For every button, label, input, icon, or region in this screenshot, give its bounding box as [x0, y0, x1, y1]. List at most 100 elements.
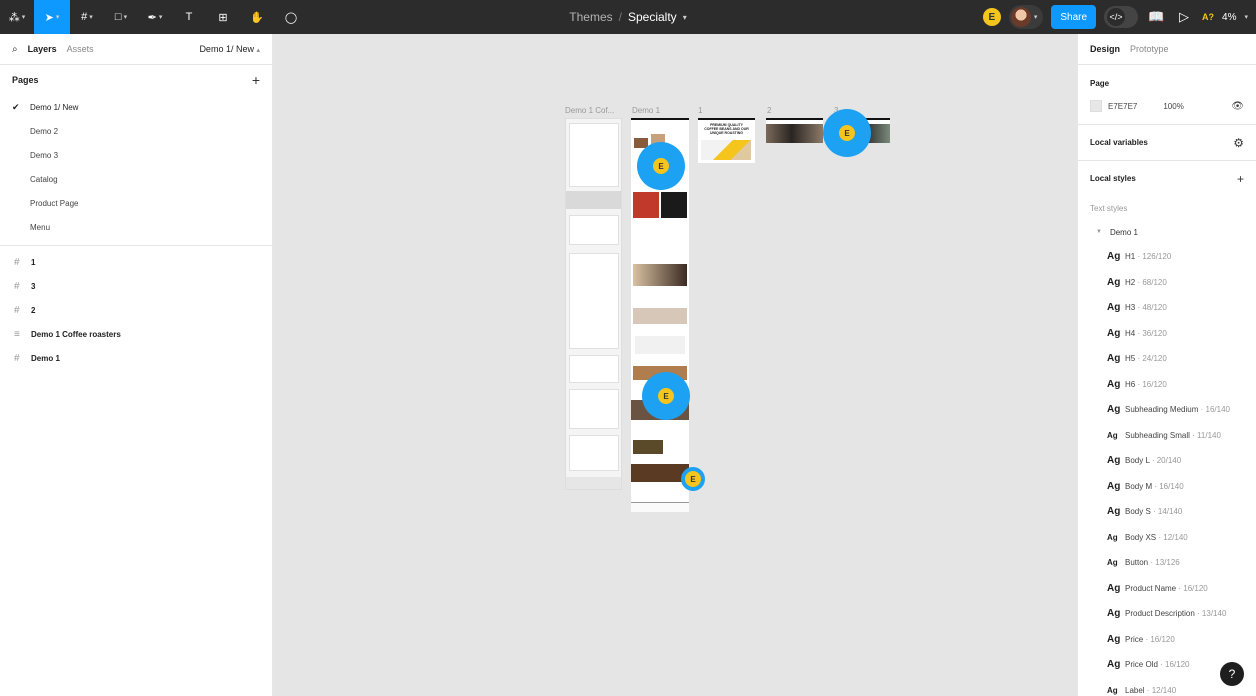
pen-tool-button[interactable]: ✒ ▾	[138, 0, 172, 34]
text-style-label: Body S · 14/140	[1125, 507, 1182, 516]
resources-button[interactable]: ⊞	[206, 0, 240, 34]
page-selector[interactable]: Demo 1/ New ▴	[199, 44, 260, 54]
add-page-button[interactable]: +	[252, 72, 260, 88]
frame-1[interactable]: PREMIUM QUALITY COFFEE BEANS AND OUR UNI…	[698, 118, 755, 163]
text-style-name: H2	[1125, 277, 1136, 287]
text-style-item[interactable]: Ag Body L · 20/140	[1078, 448, 1256, 474]
text-style-item[interactable]: Ag H1 · 126/120	[1078, 244, 1256, 270]
text-style-item[interactable]: Ag Subheading Medium · 16/140	[1078, 397, 1256, 423]
tab-design[interactable]: Design	[1090, 44, 1120, 54]
variables-settings-icon[interactable]: ⚙	[1233, 136, 1244, 150]
layer-item[interactable]: # Demo 1	[0, 346, 272, 370]
layer-item[interactable]: #2	[0, 298, 272, 322]
text-style-label: Button · 13/126	[1125, 558, 1180, 567]
shape-tool-button[interactable]: □ ▾	[104, 0, 138, 34]
text-style-meta: · 48/120	[1135, 303, 1167, 313]
text-style-name: H1	[1125, 252, 1136, 262]
wireframe-block	[569, 435, 619, 471]
top-toolbar: ⁂ ▾ ➤ ▾ # ▾ □ ▾ ✒ ▾ T ⊞ ✋ ◯ Themes / Specialt…	[0, 0, 1256, 34]
text-style-item[interactable]: Ag Price · 16/120	[1078, 627, 1256, 653]
text-style-meta: · 16/140	[1198, 405, 1230, 415]
text-style-item[interactable]: Ag H4 · 36/120	[1078, 321, 1256, 347]
local-variables-label: Local variables	[1090, 138, 1148, 147]
avatar[interactable]: E	[982, 8, 1001, 26]
tab-assets[interactable]: Assets	[67, 44, 94, 54]
layer-item[interactable]: ≡ Demo 1 Coffee roasters	[0, 322, 272, 346]
help-button[interactable]: ?	[1220, 662, 1244, 686]
layer-item[interactable]: #3	[0, 274, 272, 298]
frame-tool-button[interactable]: # ▾	[70, 0, 104, 34]
zoom-level[interactable]: 4%	[1222, 12, 1236, 23]
dev-mode-toggle[interactable]: </>	[1104, 6, 1139, 28]
text-tool-button[interactable]: T	[172, 0, 206, 34]
canvas[interactable]: Demo 1 Cof... Demo 1 1 2 3 PREMIUM QUALI…	[273, 34, 1077, 696]
file-title[interactable]: Specialty	[628, 10, 677, 24]
frame-label[interactable]: Demo 1 Cof...	[565, 106, 614, 115]
breadcrumb[interactable]: Themes	[569, 10, 612, 24]
text-style-name: Body S	[1125, 507, 1151, 517]
text-style-preview-icon: Ag	[1107, 404, 1121, 416]
search-icon[interactable]: ⌕	[12, 44, 18, 55]
page-item[interactable]: Menu	[0, 215, 272, 239]
frame-label[interactable]: Demo 1	[632, 106, 660, 115]
text-style-item[interactable]: Ag Body XS · 12/140	[1078, 525, 1256, 551]
frame-demo-1-coffee-roasters[interactable]	[565, 118, 622, 490]
text-style-item[interactable]: Ag Product Name · 16/120	[1078, 576, 1256, 602]
text-style-label: Subheading Medium · 16/140	[1125, 405, 1230, 414]
chevron-down-icon[interactable]: ▾	[1244, 13, 1248, 21]
page-item[interactable]: Demo 3	[0, 143, 272, 167]
text-tool-icon: T	[185, 11, 193, 23]
present-icon[interactable]: ▷	[1174, 9, 1194, 25]
text-style-item[interactable]: Ag Product Description · 13/140	[1078, 601, 1256, 627]
font-warning-badge[interactable]: A?	[1202, 12, 1214, 22]
library-icon[interactable]: 📖	[1146, 9, 1166, 25]
page-color-value[interactable]: E7E7E7	[1108, 102, 1137, 111]
text-style-label: H6 · 16/120	[1125, 380, 1167, 389]
eye-icon[interactable]: 👁	[1231, 101, 1244, 112]
comment-tool-button[interactable]: ◯	[274, 0, 308, 34]
layer-item[interactable]: #1	[0, 250, 272, 274]
multiplayer-avatars[interactable]: ▾	[1008, 5, 1044, 29]
text-style-item[interactable]: Ag H2 · 68/120	[1078, 270, 1256, 296]
share-button[interactable]: Share	[1051, 5, 1097, 29]
tab-prototype[interactable]: Prototype	[1130, 44, 1169, 54]
chevron-down-icon[interactable]: ▾	[683, 13, 687, 22]
text-style-label: Product Name · 16/120	[1125, 584, 1208, 593]
pages-title: Pages	[12, 75, 39, 85]
text-style-item[interactable]: Ag Body M · 16/140	[1078, 474, 1256, 500]
wireframe-block	[566, 191, 621, 209]
text-style-item[interactable]: Ag Button · 13/126	[1078, 550, 1256, 576]
text-style-meta: · 126/120	[1135, 252, 1172, 262]
text-style-label: Price Old · 16/120	[1125, 660, 1189, 669]
page-item[interactable]: Demo 2	[0, 119, 272, 143]
frame-label[interactable]: 1	[698, 106, 702, 115]
frame-label[interactable]: 2	[767, 106, 771, 115]
frame-2[interactable]	[766, 118, 823, 143]
page-opacity-value[interactable]: 100%	[1163, 102, 1183, 111]
hand-tool-button[interactable]: ✋	[240, 0, 274, 34]
wireframe-block	[566, 477, 621, 489]
style-group[interactable]: ▼ Demo 1	[1078, 220, 1256, 244]
text-style-item[interactable]: Ag H3 · 48/120	[1078, 295, 1256, 321]
main-menu-button[interactable]: ⁂ ▾	[0, 0, 34, 34]
text-style-item[interactable]: Ag H6 · 16/120	[1078, 372, 1256, 398]
text-style-meta: · 14/140	[1150, 507, 1183, 517]
add-style-button[interactable]: +	[1237, 172, 1244, 186]
local-variables-row[interactable]: Local variables ⚙	[1078, 124, 1256, 160]
tab-layers[interactable]: Layers	[28, 44, 57, 54]
move-tool-button[interactable]: ➤ ▾	[34, 0, 70, 34]
page-item[interactable]: ✔ Demo 1/ New	[0, 95, 272, 119]
page-item[interactable]: Product Page	[0, 191, 272, 215]
page-item[interactable]: Catalog	[0, 167, 272, 191]
color-swatch[interactable]	[1090, 100, 1102, 112]
header-bar	[631, 118, 689, 120]
text-style-item[interactable]: Ag Subheading Small · 11/140	[1078, 423, 1256, 449]
text-style-meta: · 68/120	[1135, 277, 1167, 287]
pages-header: Pages +	[0, 65, 272, 95]
text-style-item[interactable]: Ag H5 · 24/120	[1078, 346, 1256, 372]
wireframe-block	[569, 355, 619, 383]
text-style-item[interactable]: Ag Body S · 14/140	[1078, 499, 1256, 525]
comment-tool-icon: ◯	[284, 11, 298, 24]
text-style-label: Body L · 20/140	[1125, 456, 1181, 465]
text-style-meta: · 16/120	[1135, 379, 1167, 389]
